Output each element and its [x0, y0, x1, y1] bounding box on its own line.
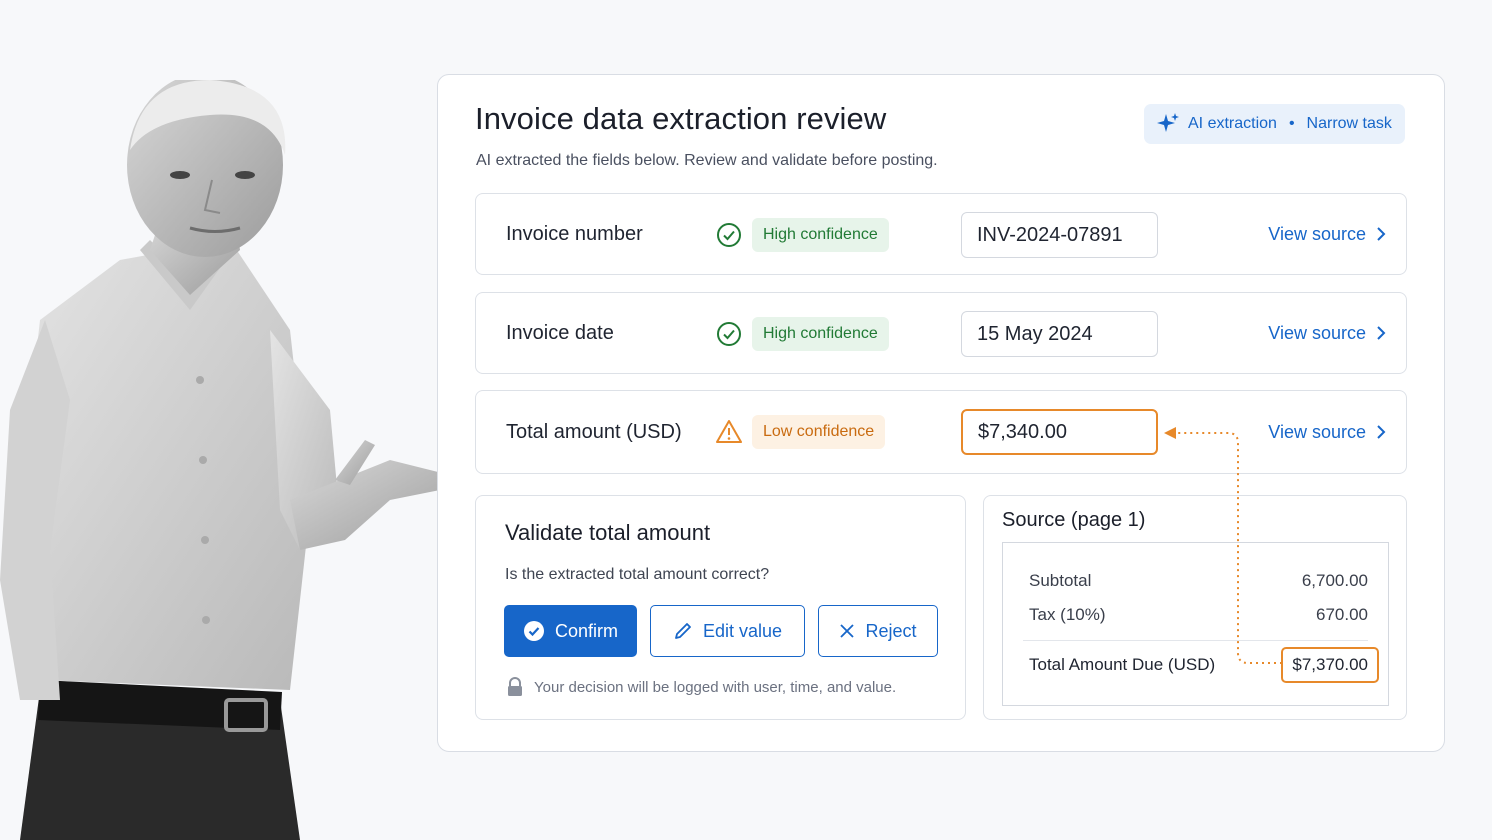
- confirm-button[interactable]: Confirm: [504, 605, 637, 657]
- source-row-value: 670.00: [1316, 605, 1368, 624]
- ai-badge-label: AI extraction: [1188, 115, 1277, 132]
- view-source-link[interactable]: View source: [1268, 293, 1386, 373]
- ai-badge-separator: •: [1288, 115, 1295, 132]
- invoice-number-field[interactable]: INV-2024-07891: [961, 212, 1158, 258]
- check-circle-icon: [717, 322, 741, 346]
- field-row-invoice-date: Invoice date High confidence 15 May 2024…: [475, 292, 1407, 374]
- check-circle-icon: [717, 223, 741, 247]
- confidence-badge: High confidence: [752, 317, 889, 351]
- lock-icon: [508, 677, 522, 696]
- source-panel: Source (page 1) Subtotal 6,700.00 Tax (1…: [983, 495, 1407, 720]
- validate-title: Validate total amount: [505, 520, 711, 545]
- confidence-badge: High confidence: [752, 218, 889, 252]
- page-subtitle: AI extracted the fields below. Review an…: [476, 152, 938, 169]
- validate-question: Is the extracted total amount correct?: [505, 566, 770, 583]
- confidence-badge: Low confidence: [752, 415, 886, 449]
- source-row-tax: Tax (10%) 670.00: [1029, 605, 1368, 625]
- field-label: Total amount (USD): [506, 420, 682, 443]
- edit-value-label: Edit value: [702, 620, 783, 641]
- view-source-label: View source: [1268, 421, 1366, 442]
- chevron-right-icon: [1377, 425, 1386, 439]
- view-source-label: View source: [1268, 322, 1366, 343]
- pencil-icon: [675, 623, 691, 639]
- extraction-review-card: Invoice data extraction review AI extrac…: [437, 74, 1445, 752]
- warning-icon: [716, 420, 742, 443]
- presenter-photo: [0, 80, 450, 840]
- field-label: Invoice number: [506, 222, 643, 245]
- page-title: Invoice data extraction review: [475, 101, 887, 136]
- field-label: Invoice date: [506, 321, 614, 344]
- ai-badge-task: Narrow task: [1306, 115, 1392, 132]
- source-row-value: 6,700.00: [1301, 571, 1368, 590]
- field-row-total-amount: Total amount (USD) Low confidence $7,340…: [475, 390, 1407, 474]
- source-total-label: Total Amount Due (USD): [1029, 655, 1216, 674]
- validate-panel: Validate total amount Is the extracted t…: [475, 495, 966, 720]
- confirm-label: Confirm: [554, 620, 618, 641]
- chevron-right-icon: [1377, 326, 1386, 340]
- source-row-label: Tax (10%): [1029, 605, 1106, 624]
- total-amount-field[interactable]: $7,340.00: [961, 409, 1158, 455]
- audit-log-text: Your decision will be logged with user, …: [534, 678, 897, 696]
- source-row-subtotal: Subtotal 6,700.00: [1029, 571, 1368, 591]
- check-circle-icon: [523, 621, 544, 641]
- view-source-label: View source: [1268, 223, 1366, 244]
- source-row-total: Total Amount Due (USD) $7,370.00: [1029, 647, 1379, 683]
- audit-log-note: Your decision will be logged with user, …: [506, 677, 896, 697]
- ai-extraction-badge: AI extraction • Narrow task: [1144, 104, 1405, 144]
- field-row-invoice-number: Invoice number High confidence INV-2024-…: [475, 193, 1407, 275]
- source-title: Source (page 1): [1002, 509, 1146, 531]
- reject-label: Reject: [865, 620, 917, 641]
- source-divider: [1023, 640, 1368, 641]
- edit-value-button[interactable]: Edit value: [650, 605, 805, 657]
- chevron-right-icon: [1377, 227, 1386, 241]
- source-document: Subtotal 6,700.00 Tax (10%) 670.00 Total…: [1002, 542, 1389, 706]
- view-source-link[interactable]: View source: [1268, 194, 1386, 274]
- view-source-link[interactable]: View source: [1268, 391, 1386, 473]
- invoice-date-field[interactable]: 15 May 2024: [961, 311, 1158, 357]
- source-row-label: Subtotal: [1029, 571, 1092, 590]
- sparkle-icon: [1157, 113, 1179, 132]
- source-total-value: $7,370.00: [1281, 647, 1379, 683]
- reject-button[interactable]: Reject: [818, 605, 938, 657]
- close-icon: [840, 624, 855, 638]
